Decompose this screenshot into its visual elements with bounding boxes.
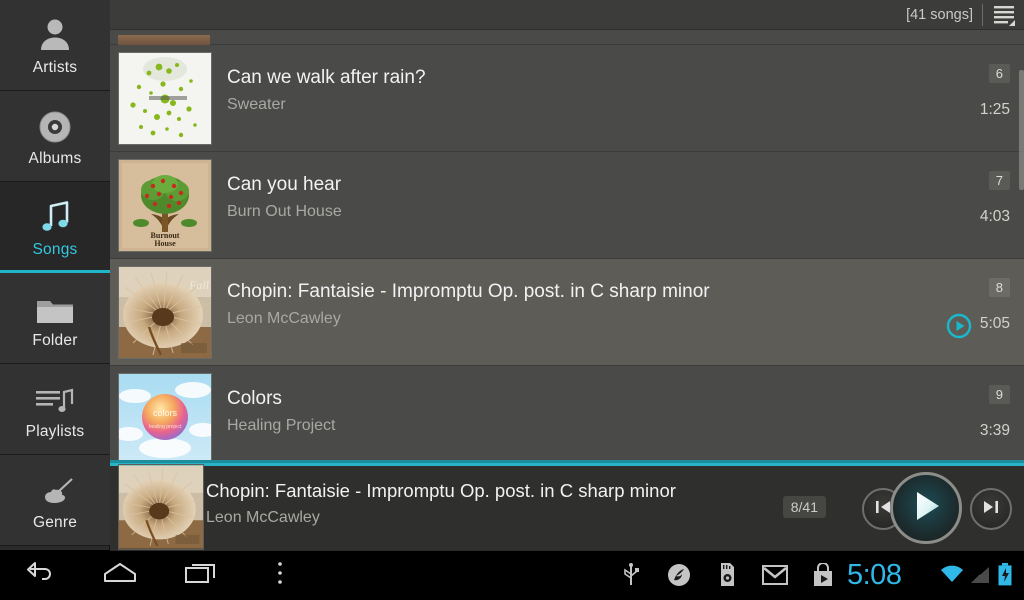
overflow-menu-button[interactable] <box>240 550 320 600</box>
signal-icon <box>966 550 994 600</box>
track-number-badge: 6 <box>989 64 1010 83</box>
album-art-thumbnail <box>118 35 210 45</box>
album-art-thumbnail <box>118 52 212 145</box>
android-navigation-bar: 5:08 <box>0 550 1024 600</box>
song-artist: Sweater <box>227 96 914 114</box>
sidebar-item-label: Songs <box>33 241 78 259</box>
table-row[interactable]: Can we walk after rain? Sweater 6 1:25 <box>110 45 1024 152</box>
sidebar-item-folder[interactable]: Folder <box>0 273 110 364</box>
music-player-app: Artists Albums Songs <box>0 0 1024 600</box>
sd-card-icon <box>711 550 743 600</box>
list-header: [41 songs] <box>110 0 1024 30</box>
app-icon <box>663 550 695 600</box>
song-duration: 5:05 <box>980 315 1010 333</box>
header-divider <box>982 4 983 26</box>
scrollbar-thumb[interactable] <box>1019 70 1024 190</box>
sidebar-item-artists[interactable]: Artists <box>0 0 110 91</box>
song-duration: 1:25 <box>980 101 1010 119</box>
guitar-icon <box>34 469 76 509</box>
sidebar-item-label: Albums <box>29 150 82 168</box>
wifi-icon <box>938 550 966 600</box>
list-scrollbar[interactable] <box>1019 30 1024 460</box>
usb-icon <box>615 550 647 600</box>
playlist-icon <box>34 378 76 418</box>
album-art-thumbnail: Burnout House <box>118 159 212 252</box>
song-meta: Can we walk after rain? Sweater <box>227 67 914 114</box>
album-art-thumbnail: Fall <box>118 266 212 359</box>
song-title: Colors <box>227 388 914 410</box>
play-store-icon <box>807 550 839 600</box>
music-note-icon <box>37 196 73 236</box>
svg-text:colors: colors <box>153 408 178 418</box>
song-list[interactable]: Can we walk after rain? Sweater 6 1:25 <box>110 30 1024 460</box>
album-art-thumbnail: colors healing project <box>118 373 212 460</box>
recents-button[interactable] <box>160 550 240 600</box>
status-clock: 5:08 <box>847 550 901 600</box>
track-number-badge: 8 <box>989 278 1010 297</box>
recents-icon <box>183 561 217 590</box>
next-track-button[interactable] <box>970 488 1012 530</box>
song-duration: 4:03 <box>980 208 1010 226</box>
sidebar-item-genre[interactable]: Genre <box>0 455 110 546</box>
home-icon <box>102 561 138 590</box>
table-row[interactable]: Burnout House Can you hear Burn Out Hous… <box>110 152 1024 259</box>
sort-list-icon[interactable] <box>992 3 1016 27</box>
person-icon <box>36 14 74 54</box>
song-meta: Can you hear Burn Out House <box>227 174 914 221</box>
sidebar: Artists Albums Songs <box>0 0 110 550</box>
song-meta: Colors Healing Project <box>227 388 914 435</box>
song-count-label: [41 songs] <box>906 7 973 23</box>
now-playing-album-art[interactable] <box>118 464 204 550</box>
song-artist: Leon McCawley <box>227 310 914 328</box>
back-button[interactable] <box>0 550 80 600</box>
sidebar-item-label: Artists <box>33 59 77 77</box>
song-title: Chopin: Fantaisie - Impromptu Op. post. … <box>227 281 914 303</box>
disc-icon <box>37 105 73 145</box>
partial-scrolled-row[interactable] <box>110 30 1024 45</box>
svg-text:healing project: healing project <box>149 424 182 430</box>
song-title: Can we walk after rain? <box>227 67 914 89</box>
track-number-badge: 7 <box>989 171 1010 190</box>
now-playing-bar: Chopin: Fantaisie - Impromptu Op. post. … <box>110 466 1024 550</box>
gmail-icon <box>759 550 791 600</box>
back-icon <box>24 560 56 591</box>
song-title: Can you hear <box>227 174 914 196</box>
track-number-badge: 9 <box>989 385 1010 404</box>
play-button[interactable] <box>890 472 962 544</box>
song-artist: Healing Project <box>227 417 914 435</box>
sidebar-item-albums[interactable]: Albums <box>0 91 110 182</box>
now-playing-meta: Chopin: Fantaisie - Impromptu Op. post. … <box>206 480 754 527</box>
song-artist: Burn Out House <box>227 203 914 221</box>
sidebar-item-songs[interactable]: Songs <box>0 182 110 273</box>
song-meta: Chopin: Fantaisie - Impromptu Op. post. … <box>227 281 914 328</box>
folder-icon <box>35 287 75 327</box>
home-button[interactable] <box>80 550 160 600</box>
svg-text:Fall: Fall <box>188 278 210 292</box>
svg-text:House: House <box>154 239 176 248</box>
table-row[interactable]: colors healing project Colors Healing Pr… <box>110 366 1024 460</box>
battery-charging-icon <box>992 550 1018 600</box>
play-icon <box>908 488 944 529</box>
table-row[interactable]: Fall Chopin: Fantaisie - Impromptu Op. p… <box>110 259 1024 366</box>
sidebar-item-playlists[interactable]: Playlists <box>0 364 110 455</box>
sidebar-item-label: Playlists <box>26 423 85 441</box>
overflow-menu-icon <box>276 560 284 591</box>
now-playing-title: Chopin: Fantaisie - Impromptu Op. post. … <box>206 480 754 502</box>
queue-position-badge: 8/41 <box>783 496 826 518</box>
sidebar-item-label: Genre <box>33 514 77 532</box>
now-playing-indicator-icon <box>946 313 972 344</box>
sidebar-item-label: Folder <box>32 332 77 350</box>
song-duration: 3:39 <box>980 422 1010 440</box>
now-playing-artist: Leon McCawley <box>206 509 754 527</box>
next-icon <box>980 496 1002 523</box>
